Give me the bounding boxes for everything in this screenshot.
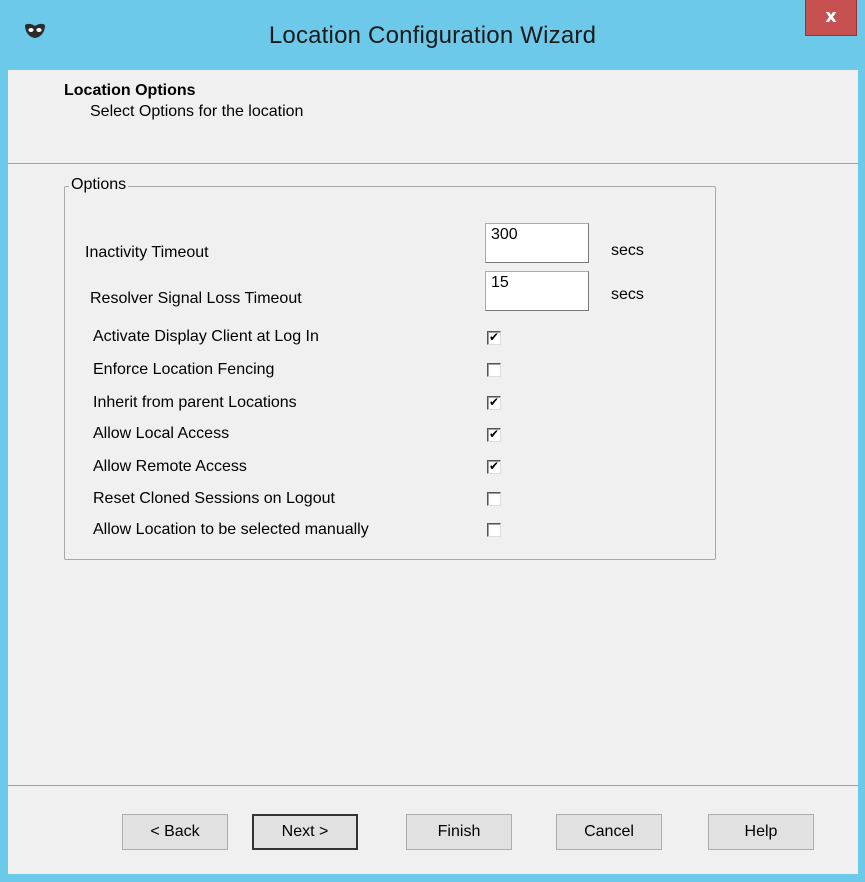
window-title: Location Configuration Wizard: [268, 22, 597, 49]
options-group-label: Options: [69, 176, 129, 194]
inactivity-timeout-label: Inactivity Timeout: [85, 244, 209, 261]
allow-local-access-label: Allow Local Access: [93, 425, 230, 442]
title-bar[interactable]: Location Configuration Wizard x: [0, 0, 865, 70]
enforce-location-fencing-label: Enforce Location Fencing: [93, 361, 275, 378]
enforce-location-fencing-checkbox[interactable]: [487, 363, 501, 377]
allow-remote-access-checkbox[interactable]: ✔: [487, 459, 501, 474]
allow-manual-selection-label: Allow Location to be selected manually: [93, 521, 369, 538]
dialog-body: Location Options Select Options for the …: [8, 70, 858, 874]
finish-button[interactable]: Finish: [406, 814, 512, 850]
inherit-parent-locations-checkbox[interactable]: ✔: [487, 395, 501, 410]
allow-manual-selection-checkbox[interactable]: [487, 523, 501, 537]
back-button[interactable]: < Back: [122, 814, 228, 850]
next-button[interactable]: Next >: [252, 814, 358, 850]
reset-cloned-sessions-checkbox[interactable]: [487, 492, 501, 506]
inactivity-timeout-unit: secs: [611, 242, 644, 259]
inactivity-timeout-input[interactable]: 300: [485, 223, 589, 263]
allow-remote-access-label: Allow Remote Access: [93, 458, 247, 475]
inherit-parent-locations-label: Inherit from parent Locations: [93, 394, 297, 411]
page-title: Location Options: [64, 82, 196, 99]
button-bar: < Back Next > Finish Cancel Help: [8, 785, 858, 874]
resolver-timeout-unit: secs: [611, 286, 644, 303]
allow-local-access-checkbox[interactable]: ✔: [487, 427, 501, 442]
cancel-button[interactable]: Cancel: [556, 814, 662, 850]
close-button[interactable]: x: [805, 0, 857, 36]
resolver-timeout-label: Resolver Signal Loss Timeout: [90, 290, 302, 307]
reset-cloned-sessions-label: Reset Cloned Sessions on Logout: [93, 490, 335, 507]
activate-display-client-checkbox[interactable]: ✔: [487, 330, 501, 345]
page-subtitle: Select Options for the location: [90, 103, 304, 120]
options-groupbox: Options Inactivity Timeout 300 secs Reso…: [64, 176, 716, 560]
activate-display-client-label: Activate Display Client at Log In: [93, 328, 319, 345]
help-button[interactable]: Help: [708, 814, 814, 850]
wizard-window: Location Configuration Wizard x Location…: [0, 0, 865, 882]
wizard-header: Location Options Select Options for the …: [8, 70, 858, 164]
resolver-timeout-input[interactable]: 15: [485, 271, 589, 311]
